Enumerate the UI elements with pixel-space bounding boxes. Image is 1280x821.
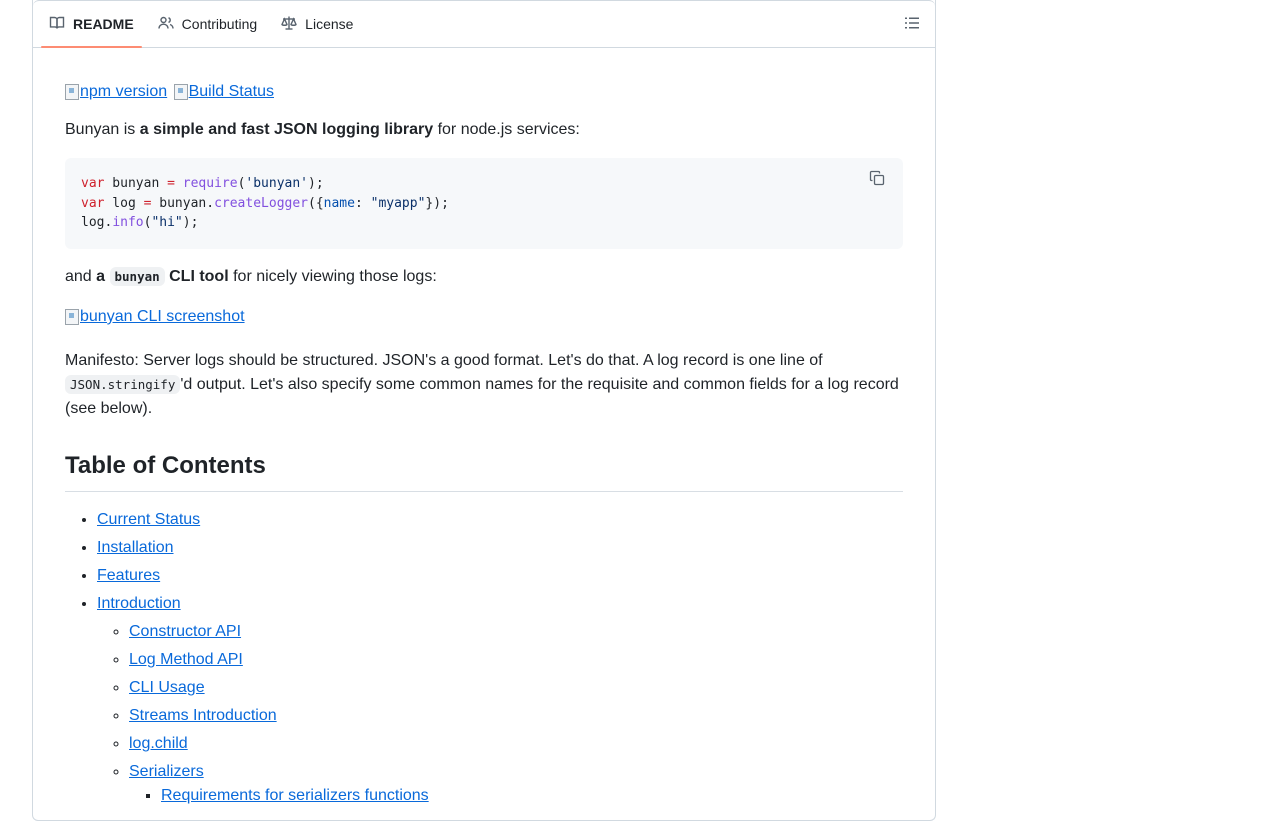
toc-link-cli-usage[interactable]: CLI Usage <box>129 679 205 696</box>
list-item: Installation <box>97 536 903 560</box>
inline-code-json-stringify: JSON.stringify <box>65 375 181 394</box>
copy-button[interactable] <box>869 170 889 190</box>
manifesto-paragraph: Manifesto: Server logs should be structu… <box>65 352 899 417</box>
readme-content: npm version Build Status Bunyan is a sim… <box>33 48 935 808</box>
tab-contributing[interactable]: Contributing <box>150 1 266 47</box>
toc-sublist-introduction: Constructor API Log Method API CLI Usage… <box>97 620 903 808</box>
code-block: var bunyan = require('bunyan'); var log … <box>65 158 903 249</box>
toc-link-current-status[interactable]: Current Status <box>97 511 200 528</box>
toc-link-introduction[interactable]: Introduction <box>97 595 181 612</box>
toc-link-log-child[interactable]: log.child <box>129 735 188 752</box>
toc-link-features[interactable]: Features <box>97 567 160 584</box>
toc-link-installation[interactable]: Installation <box>97 539 174 556</box>
tab-readme-label: README <box>73 16 134 32</box>
list-unordered-icon <box>904 15 920 36</box>
tab-contributing-label: Contributing <box>181 16 258 32</box>
toc-heading: Table of Contents <box>65 451 903 492</box>
toc-link-streams-introduction[interactable]: Streams Introduction <box>129 707 277 724</box>
broken-image-icon <box>65 84 79 100</box>
cli-screenshot-link[interactable]: bunyan CLI screenshot <box>65 305 245 329</box>
readme-tabbar: README Contributing License <box>33 0 935 48</box>
list-item: CLI Usage <box>129 676 903 700</box>
readme-panel: README Contributing License npm version … <box>32 0 936 821</box>
broken-image-icon <box>173 84 188 100</box>
toc-link-serializers[interactable]: Serializers <box>129 763 204 780</box>
list-item: Features <box>97 564 903 588</box>
build-status-badge[interactable]: Build Status <box>173 80 274 104</box>
tab-license-label: License <box>305 16 354 32</box>
toc-sublist-serializers: Requirements for serializers functions <box>129 784 903 808</box>
code-content: var bunyan = require('bunyan'); var log … <box>81 174 887 233</box>
list-item: Log Method API <box>129 648 903 672</box>
people-icon <box>157 15 174 34</box>
outline-button[interactable] <box>899 12 925 38</box>
inline-code-bunyan: bunyan <box>109 267 165 286</box>
code-line-3: log.info("hi"); <box>81 215 199 230</box>
npm-version-badge[interactable]: npm version <box>65 80 167 104</box>
tab-readme[interactable]: README <box>41 1 142 48</box>
toc-link-serializer-requirements[interactable]: Requirements for serializers functions <box>161 787 429 804</box>
screenshot-paragraph: bunyan CLI screenshot <box>65 305 903 333</box>
book-icon <box>49 15 65 34</box>
list-item: Streams Introduction <box>129 704 903 728</box>
law-icon <box>281 15 297 34</box>
cli-paragraph: and a bunyan CLI tool for nicely viewing… <box>65 267 437 286</box>
code-line-2: var log = bunyan.createLogger({name: "my… <box>81 195 449 211</box>
list-item: Constructor API <box>129 620 903 644</box>
list-item: log.child <box>129 732 903 756</box>
list-item: Requirements for serializers functions <box>161 784 903 808</box>
toc-link-log-method-api[interactable]: Log Method API <box>129 651 243 668</box>
badges-row: npm version Build Status <box>65 80 903 108</box>
broken-image-icon <box>65 309 79 325</box>
list-item: Introduction Constructor API Log Method … <box>97 592 903 808</box>
copy-icon <box>869 170 885 190</box>
list-item: Current Status <box>97 508 903 532</box>
toc-list: Current Status Installation Features Int… <box>65 508 903 808</box>
list-item: Serializers Requirements for serializers… <box>129 760 903 808</box>
code-line-1: var bunyan = require('bunyan'); <box>81 176 324 191</box>
intro-paragraph: Bunyan is a simple and fast JSON logging… <box>65 121 580 138</box>
toc-link-constructor-api[interactable]: Constructor API <box>129 623 241 640</box>
tab-license[interactable]: License <box>273 1 361 47</box>
